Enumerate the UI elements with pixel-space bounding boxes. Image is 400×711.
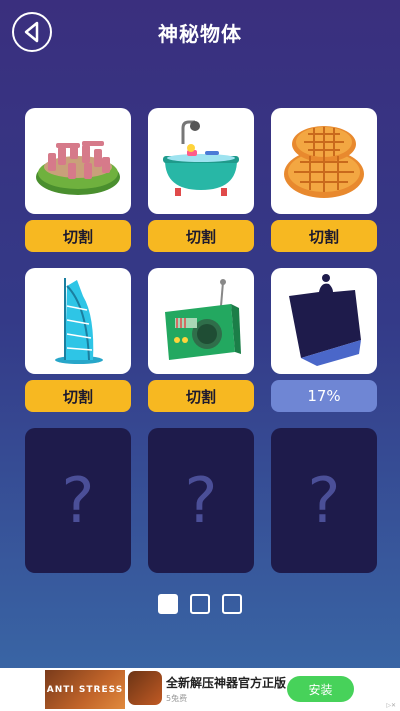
ad-app-icon[interactable]: [128, 671, 162, 705]
ad-title[interactable]: 全新解压神器官方正版: [166, 674, 286, 691]
ad-subtitle: 5兔费: [166, 694, 188, 703]
object-cell-waffles[interactable]: 切割: [271, 108, 377, 252]
ad-install-button[interactable]: 安装: [287, 676, 354, 702]
object-card[interactable]: [25, 108, 131, 214]
waffles-image: [284, 126, 364, 198]
question-mark-icon: ?: [61, 464, 95, 537]
question-mark-icon: ?: [307, 464, 341, 537]
progress-indicator: 17%: [271, 380, 377, 412]
object-card[interactable]: [148, 268, 254, 374]
mystery-object-silhouette: [289, 274, 361, 366]
page-title: 神秘物体: [158, 22, 242, 46]
cut-button[interactable]: 切割: [148, 380, 254, 412]
cut-button[interactable]: 切割: [148, 220, 254, 252]
cut-button[interactable]: 切割: [271, 220, 377, 252]
object-card[interactable]: [148, 108, 254, 214]
page-indicator: [0, 594, 400, 614]
question-mark-icon: ?: [184, 464, 218, 537]
cut-button[interactable]: 切割: [25, 220, 131, 252]
ad-banner[interactable]: ANTI STRESS 全新解压神器官方正版 5兔费 安装 ▷✕: [0, 668, 400, 711]
burj-al-arab-image: [55, 278, 103, 364]
object-cell-radio[interactable]: 切割: [148, 268, 254, 412]
cut-button[interactable]: 切割: [25, 380, 131, 412]
locked-card[interactable]: ?: [25, 428, 131, 573]
radio-image: [165, 279, 241, 360]
locked-card[interactable]: ?: [271, 428, 377, 573]
ad-image[interactable]: ANTI STRESS: [45, 670, 125, 709]
page-dot-1[interactable]: [158, 594, 178, 614]
stonehenge-image: [36, 141, 120, 195]
locked-cell[interactable]: ?: [271, 428, 377, 573]
ad-info-icon[interactable]: ▷✕: [386, 702, 396, 709]
object-cell-burj-al-arab[interactable]: 切割: [25, 268, 131, 412]
object-cell-mystery[interactable]: 17%: [271, 268, 377, 412]
header: 神秘物体: [0, 0, 400, 70]
locked-cell[interactable]: ?: [148, 428, 254, 573]
object-card[interactable]: [25, 268, 131, 374]
locked-card[interactable]: ?: [148, 428, 254, 573]
page-dot-2[interactable]: [190, 594, 210, 614]
bathtub-image: [163, 120, 239, 196]
object-card[interactable]: [271, 108, 377, 214]
object-cell-stonehenge[interactable]: 切割: [25, 108, 131, 252]
object-card[interactable]: [271, 268, 377, 374]
locked-cell[interactable]: ?: [25, 428, 131, 573]
page-dot-3[interactable]: [222, 594, 242, 614]
object-cell-bathtub[interactable]: 切割: [148, 108, 254, 252]
